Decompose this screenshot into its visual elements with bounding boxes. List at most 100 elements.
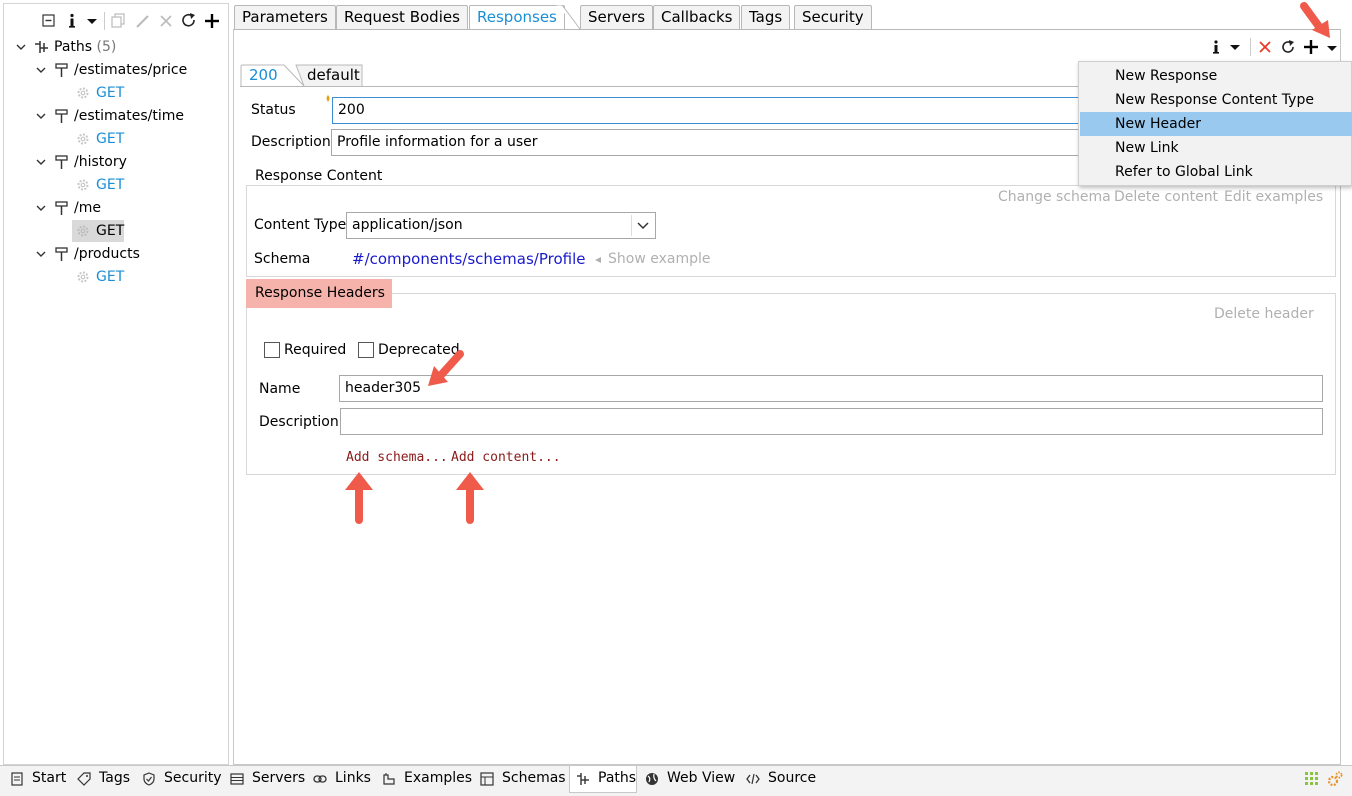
tab-servers[interactable]: Servers: [580, 5, 654, 30]
tree-item-get[interactable]: GET: [76, 174, 126, 196]
tree-item-get[interactable]: GET: [76, 128, 126, 150]
tab-security[interactable]: Security: [794, 5, 872, 30]
info-icon[interactable]: [64, 12, 82, 30]
bottom-tab-label: Servers: [252, 770, 306, 786]
chevron-down-icon[interactable]: [36, 111, 46, 121]
delete-icon[interactable]: [1257, 39, 1273, 55]
bottom-tab-servers[interactable]: Servers: [230, 766, 306, 793]
bottom-tab-tags[interactable]: Tags: [77, 766, 135, 793]
tree-item-path[interactable]: /history: [36, 151, 226, 173]
delete-content-link[interactable]: Delete content: [1114, 189, 1218, 205]
bottom-tab-label: Links: [335, 770, 371, 786]
collapse-all-icon[interactable]: [40, 12, 58, 30]
path-label: /estimates/time: [74, 108, 184, 124]
method-label: GET: [96, 269, 125, 285]
method-label: GET: [96, 85, 125, 101]
tab-response-default[interactable]: default: [301, 65, 366, 87]
paths-label: Paths: [54, 39, 93, 55]
gear-icon: [76, 224, 90, 238]
required-label: Required: [284, 342, 347, 358]
delete-header-link[interactable]: Delete header: [1214, 306, 1314, 322]
chevron-down-icon[interactable]: [631, 215, 653, 236]
response-content-title: Response Content: [251, 168, 387, 184]
dropdown-icon[interactable]: [1228, 38, 1244, 56]
bottom-tab-security[interactable]: Security: [142, 766, 222, 793]
triangle-left-icon: [594, 256, 602, 264]
status-input[interactable]: 200: [332, 97, 1092, 124]
menu-item-new-link[interactable]: New Link: [1080, 136, 1352, 160]
content-type-label: Content Type: [254, 217, 347, 233]
deprecated-checkbox[interactable]: [358, 342, 374, 358]
gear-icon: [76, 178, 90, 192]
chevron-down-icon[interactable]: [36, 249, 46, 259]
required-marker-icon: [325, 95, 331, 103]
bottom-tab-links[interactable]: Links: [313, 766, 373, 793]
toolbar-divider: [1250, 38, 1251, 56]
bottom-tab-web-view[interactable]: Web View: [645, 766, 737, 793]
menu-item-new-response[interactable]: New Response: [1080, 64, 1352, 88]
bottom-tab-source[interactable]: Source: [746, 766, 820, 793]
tree-item-path[interactable]: /estimates/price: [36, 59, 226, 81]
menu-item-new-header[interactable]: New Header: [1080, 112, 1352, 136]
annotation-arrow-icon: [343, 470, 375, 526]
info-icon[interactable]: [1209, 38, 1225, 56]
menu-item-new-response-content-type[interactable]: New Response Content Type: [1080, 88, 1352, 112]
examples-icon: [382, 772, 396, 786]
refresh-icon[interactable]: [1280, 39, 1296, 55]
tree-item-get[interactable]: GET: [76, 266, 126, 288]
tree-item-path[interactable]: /estimates/time: [36, 105, 226, 127]
dropdown-icon[interactable]: [83, 12, 101, 30]
tab-response-200[interactable]: 200: [243, 65, 284, 87]
bottom-tab-schemas[interactable]: Schemas: [480, 766, 566, 793]
add-icon[interactable]: [203, 12, 221, 30]
description-label: Description: [251, 134, 331, 150]
menu-item-refer-to-global-link[interactable]: Refer to Global Link: [1080, 160, 1352, 184]
annotation-arrow-icon: [454, 470, 486, 526]
annotation-arrow-icon: [1296, 0, 1340, 44]
content-type-value: application/json: [352, 217, 463, 233]
required-checkbox[interactable]: [264, 342, 280, 358]
bottom-tab-label: Paths: [598, 770, 637, 786]
grid-icon[interactable]: [1305, 772, 1319, 786]
response-headers-title: Response Headers: [255, 285, 385, 301]
refresh-icon[interactable]: [180, 12, 198, 30]
path-icon: [54, 108, 70, 124]
copy-icon[interactable]: [110, 12, 128, 30]
content-type-select[interactable]: application/json: [346, 212, 656, 239]
tab-tags[interactable]: Tags: [741, 5, 791, 30]
bottom-tab-label: Examples: [404, 770, 473, 786]
tree-item-get-selected[interactable]: GET: [72, 220, 124, 242]
header-description-input[interactable]: [340, 408, 1323, 435]
tab-request-bodies[interactable]: Request Bodies: [336, 5, 468, 30]
tree-item-path[interactable]: /products: [36, 243, 226, 265]
header-name-input[interactable]: header305: [339, 375, 1323, 402]
paths-count: (5): [96, 39, 117, 55]
gears-icon[interactable]: [1327, 771, 1343, 787]
bottom-tab-examples[interactable]: Examples: [382, 766, 472, 793]
add-schema-link[interactable]: Add schema...: [346, 450, 448, 465]
chevron-down-icon[interactable]: [36, 203, 46, 213]
chevron-down-icon[interactable]: [16, 42, 26, 52]
tree-item-path[interactable]: /me: [36, 197, 226, 219]
bottom-tab-label: Source: [768, 770, 817, 786]
bottom-tab-paths[interactable]: Paths: [569, 766, 637, 793]
tab-parameters[interactable]: Parameters: [234, 5, 336, 30]
gear-icon: [76, 132, 90, 146]
bottom-tab-bar: Start Tags Security Servers Links Exampl…: [0, 765, 1352, 796]
chevron-down-icon[interactable]: [36, 65, 46, 75]
schema-label: Schema: [254, 251, 311, 267]
show-example-link[interactable]: Show example: [608, 251, 710, 267]
tree-root-paths[interactable]: Paths (5): [16, 36, 216, 58]
tab-callbacks[interactable]: Callbacks: [653, 5, 741, 30]
bottom-tab-start[interactable]: Start: [10, 766, 70, 793]
edit-examples-link[interactable]: Edit examples: [1224, 189, 1323, 205]
description-input[interactable]: Profile information for a user: [331, 129, 1092, 156]
chevron-down-icon[interactable]: [36, 157, 46, 167]
add-content-link[interactable]: Add content...: [451, 450, 561, 465]
schema-link[interactable]: #/components/schemas/Profile: [352, 250, 585, 268]
tab-responses[interactable]: Responses: [469, 5, 565, 31]
delete-icon[interactable]: [157, 12, 175, 30]
tree-item-get[interactable]: GET: [76, 82, 126, 104]
edit-icon[interactable]: [134, 12, 152, 30]
change-schema-link[interactable]: Change schema: [998, 189, 1111, 205]
